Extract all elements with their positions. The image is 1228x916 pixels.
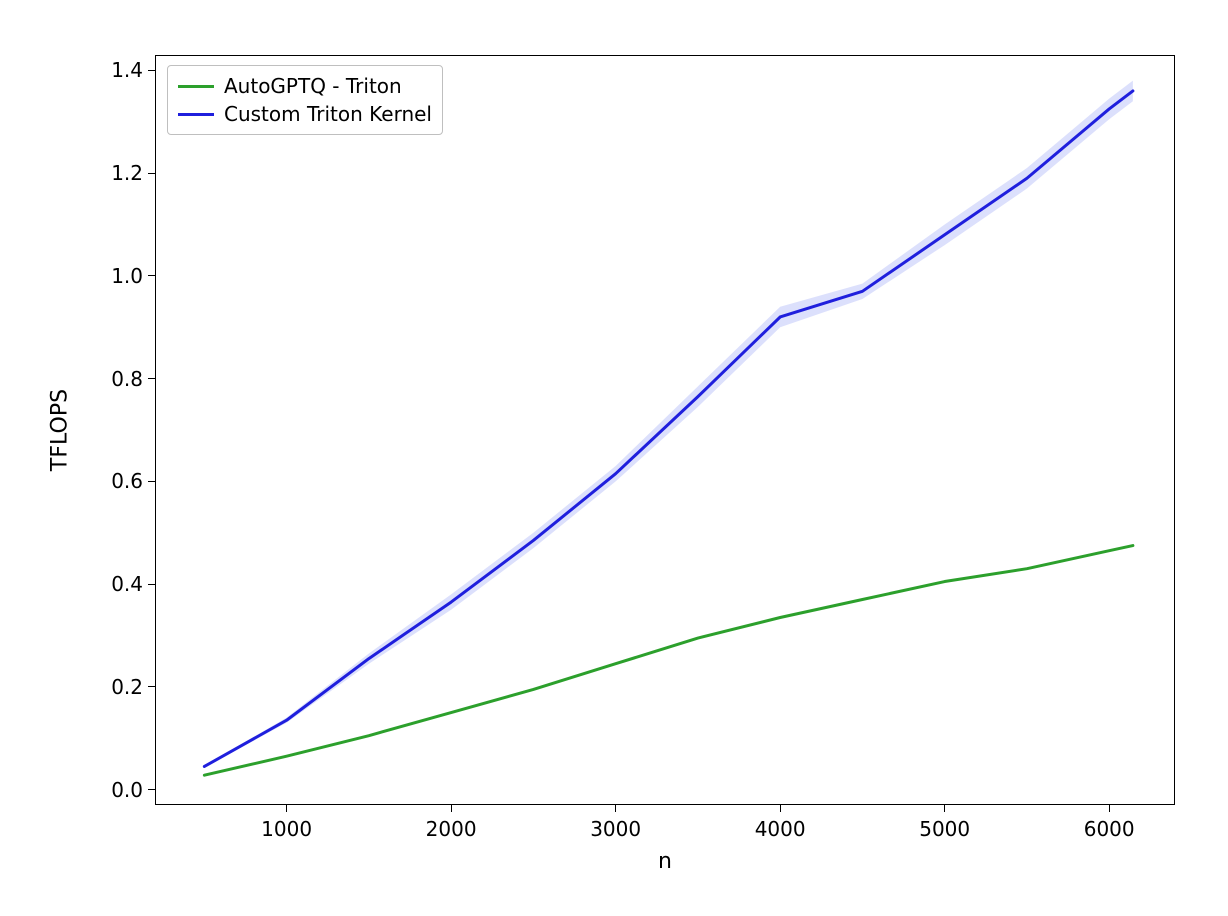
- legend-entry-autogptq: AutoGPTQ - Triton: [178, 72, 432, 100]
- y-tick-label: 0.4: [111, 572, 143, 596]
- y-tick-label: 0.2: [111, 675, 143, 699]
- y-axis-label: TFLOPS: [48, 389, 73, 471]
- y-tick-mark: [148, 275, 155, 276]
- legend-label: Custom Triton Kernel: [224, 102, 432, 126]
- x-tick-mark: [615, 805, 616, 812]
- x-tick-mark: [780, 805, 781, 812]
- y-tick-mark: [148, 789, 155, 790]
- x-tick-label: 5000: [919, 817, 970, 841]
- y-tick-mark: [148, 70, 155, 71]
- legend-entry-custom-kernel: Custom Triton Kernel: [178, 100, 432, 128]
- legend-swatch-icon: [178, 113, 214, 116]
- y-tick-mark: [148, 686, 155, 687]
- y-tick-label: 1.0: [111, 264, 143, 288]
- x-tick-label: 2000: [426, 817, 477, 841]
- x-tick-label: 4000: [755, 817, 806, 841]
- y-tick-label: 1.2: [111, 161, 143, 185]
- x-tick-mark: [944, 805, 945, 812]
- legend: AutoGPTQ - Triton Custom Triton Kernel: [167, 65, 443, 135]
- figure: 1000 2000 3000 4000 5000 6000 0.0 0.2 0.4 0.6 0.8…: [0, 0, 1228, 916]
- x-axis-label: n: [658, 849, 672, 874]
- legend-swatch-icon: [178, 85, 214, 88]
- y-tick-mark: [148, 173, 155, 174]
- y-tick-mark: [148, 378, 155, 379]
- legend-label: AutoGPTQ - Triton: [224, 74, 402, 98]
- y-tick-mark: [148, 481, 155, 482]
- x-tick-label: 3000: [590, 817, 641, 841]
- x-tick-mark: [451, 805, 452, 812]
- y-tick-mark: [148, 584, 155, 585]
- y-tick-label: 0.0: [111, 778, 143, 802]
- x-tick-label: 1000: [261, 817, 312, 841]
- y-tick-label: 0.6: [111, 469, 143, 493]
- y-tick-label: 1.4: [111, 58, 143, 82]
- y-tick-label: 0.8: [111, 367, 143, 391]
- x-tick-label: 6000: [1084, 817, 1135, 841]
- plot-area: [0, 0, 1228, 916]
- series-line: [204, 546, 1133, 776]
- x-tick-mark: [286, 805, 287, 812]
- x-tick-mark: [1109, 805, 1110, 812]
